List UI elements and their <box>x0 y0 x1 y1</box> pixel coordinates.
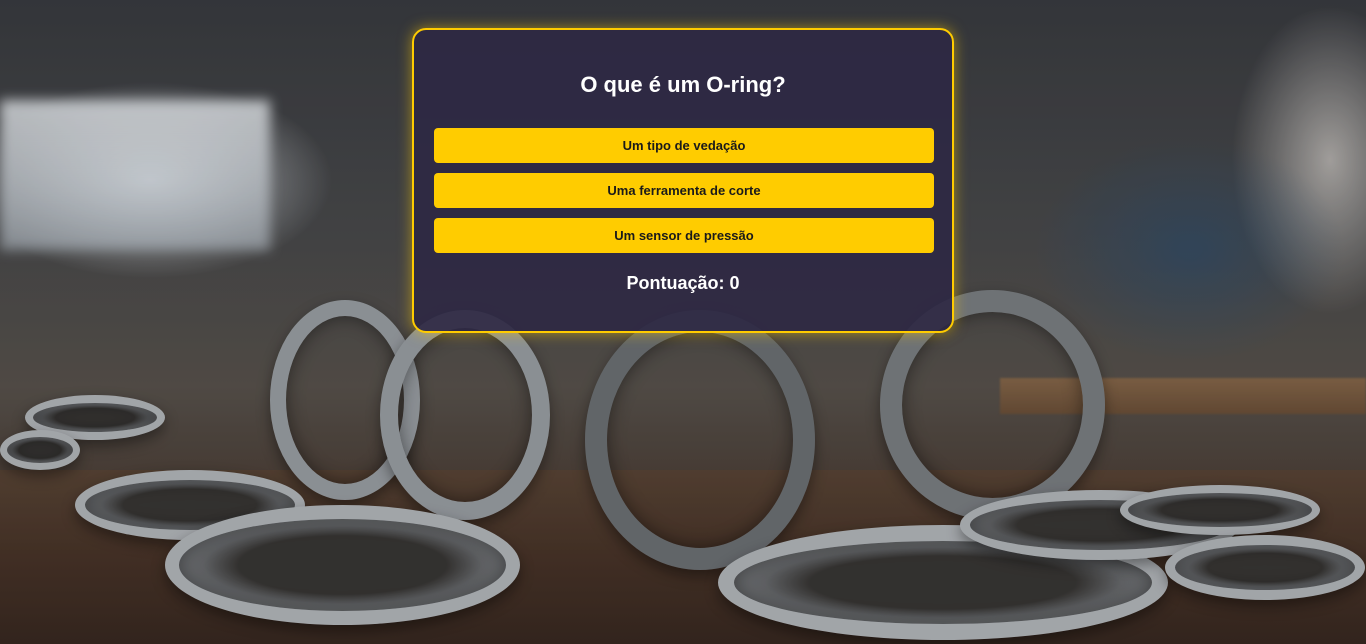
answer-button-ferramenta-corte[interactable]: Uma ferramenta de corte <box>434 173 934 208</box>
answer-list: Um tipo de vedação Uma ferramenta de cor… <box>434 128 934 253</box>
quiz-question: O que é um O-ring? <box>580 72 786 97</box>
answer-button-sensor-pressao[interactable]: Um sensor de pressão <box>434 218 934 253</box>
workshop-background: O que é um O-ring? Um tipo de vedação Um… <box>0 0 1366 644</box>
answer-button-vedacao[interactable]: Um tipo de vedação <box>434 128 934 163</box>
quiz-card: O que é um O-ring? Um tipo de vedação Um… <box>412 28 954 333</box>
score-display: Pontuação: 0 <box>626 273 740 293</box>
